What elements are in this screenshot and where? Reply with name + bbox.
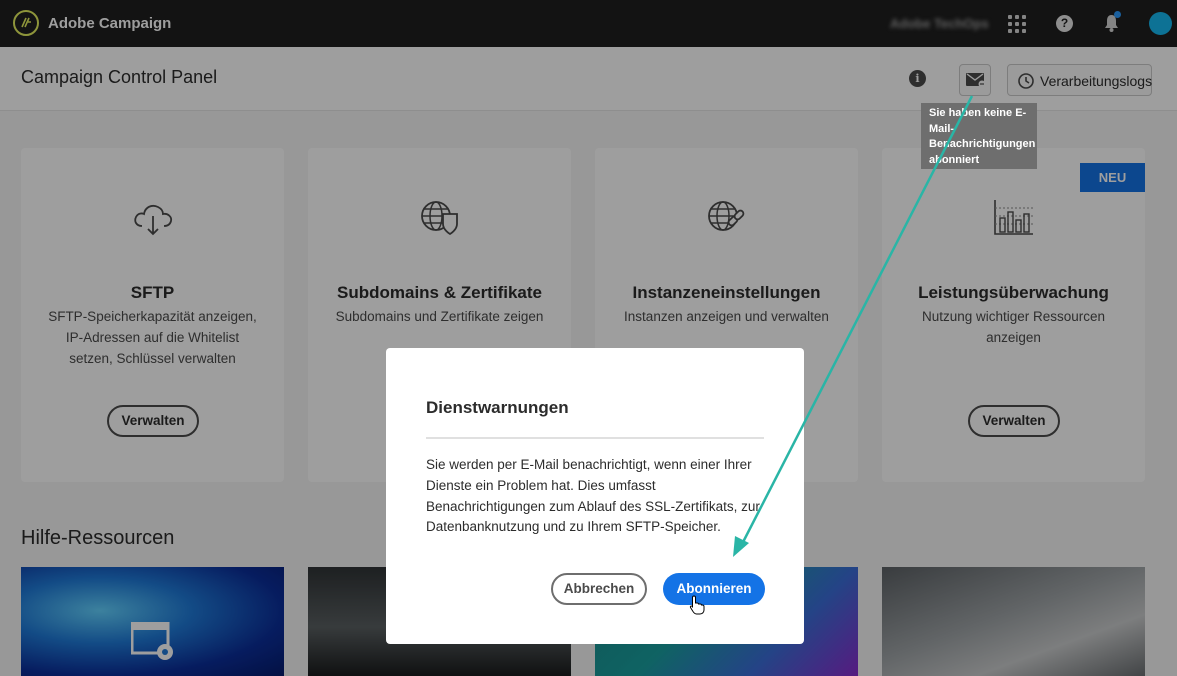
hand-cursor-icon — [689, 595, 705, 615]
annotation-arrow — [733, 95, 974, 557]
